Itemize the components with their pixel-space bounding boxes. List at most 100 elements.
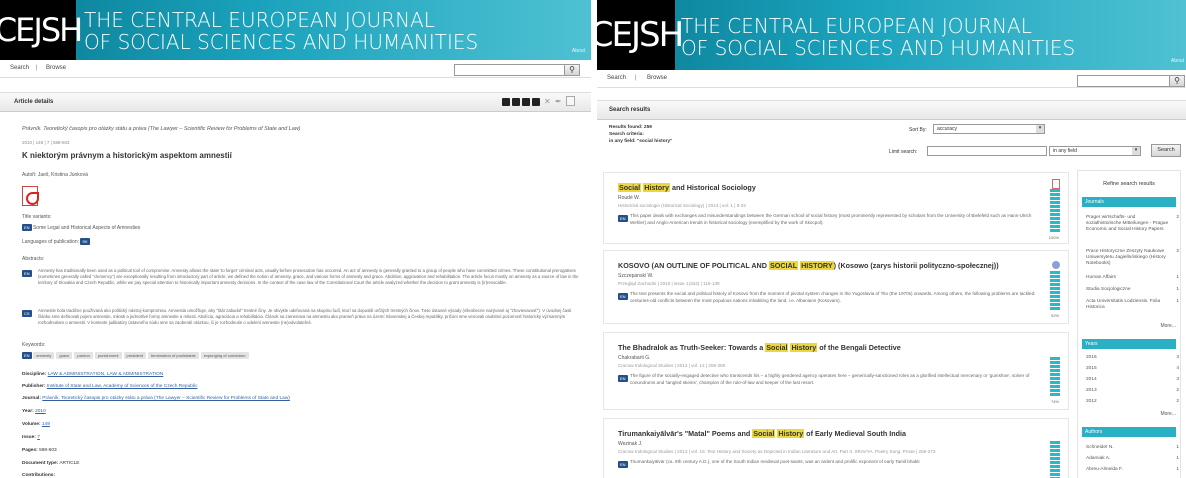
pdf-icon[interactable] [22,186,39,206]
discipline-link[interactable]: LAW & ADMINISTRATION, LAW & ADMINISTRATI… [48,372,164,377]
lang-badge: EN [22,352,32,359]
keyword-tag[interactable]: termination of punishable [148,352,199,360]
close-icon[interactable]: ✕ [544,97,551,106]
facet-count: 1 [1176,299,1179,304]
criteria-label: Search criteria: [609,132,644,137]
author-facet[interactable]: Abreu-Almeida F. [1086,467,1123,472]
more-years-link[interactable]: More... [1160,411,1176,417]
nav-search[interactable]: Search [10,65,29,71]
result-title[interactable]: The Bhadralok as Truth-Seeker: Towards a… [618,343,901,352]
share-icon[interactable] [522,98,530,106]
lang-badge: EN [618,293,628,300]
refine-sidebar: Refine search results Journals Prager wi… [1077,170,1181,478]
about-link[interactable]: About [572,48,585,54]
years-header[interactable]: Years [1082,339,1176,349]
cejsh-logo[interactable]: CEJSH [597,0,684,70]
result-card[interactable]: KOSOVO (AN OUTLINE OF POLITICAL AND SOCI… [603,250,1069,324]
result-meta: Historická sociologie (Historical Sociol… [618,203,746,208]
search-button[interactable]: ⚲ [1169,75,1185,87]
lang-badge: EN [618,461,628,468]
pdf-icon[interactable] [1052,179,1060,189]
relevance-percent: 100% [1048,235,1059,240]
result-author[interactable]: Chakrabarti G. [618,355,651,361]
year-link[interactable]: 2010 [35,409,46,414]
result-title[interactable]: Social History and Historical Sociology [618,183,756,192]
nav-browse[interactable]: Browse [647,75,667,81]
edit-icon[interactable]: ✒ [555,97,562,106]
journal-facet[interactable]: Prager wirtschafts- und sozialhistorisch… [1086,215,1170,233]
author-facet[interactable]: Schneider N. [1086,445,1114,450]
result-author[interactable]: Roudé W. [618,195,640,201]
pages-row: Pages: 588-603 [22,448,57,453]
result-title[interactable]: Tirumankaiyālvār's "Matal" Poems and Soc… [618,429,906,438]
keyword-tag[interactable]: grace [56,352,73,360]
facet-count: 1 [1176,275,1179,280]
journal-line[interactable]: Právník. Teoretický časopis pro otázky s… [22,126,582,132]
cejsh-logo[interactable]: CEJSH [0,0,83,60]
keyword-tag[interactable]: amnesty [33,352,55,360]
year-facet[interactable]: 2013 [1086,388,1097,393]
result-title[interactable]: KOSOVO (AN OUTLINE OF POLITICAL AND SOCI… [618,261,999,270]
publisher-link[interactable]: Institute of State and Law, Academy of S… [47,384,198,389]
limit-input[interactable] [927,146,1047,156]
issue-link[interactable]: 7 [37,435,40,440]
volume-link[interactable]: 149 [42,422,50,427]
facet-count: 3 [1176,355,1179,360]
result-author[interactable]: Szczepanski W. [618,273,653,279]
keyword-tag[interactable]: punishment [94,352,122,360]
journal-facet[interactable]: Prace Historyczne Zeszyty Naukowe Uniwer… [1086,249,1170,267]
relevance-percent: 74% [1050,399,1059,404]
languages: Languages of publication: SK [22,238,90,245]
nav-search[interactable]: Search [607,75,626,81]
share-icon[interactable] [532,98,540,106]
journal-facet[interactable]: Acta Universitatis Lodziensis. Folia His… [1086,299,1170,311]
year-facet[interactable]: 2015 [1086,366,1097,371]
keyword-tag[interactable]: expunging of conviction [200,352,249,360]
bookmark-icon[interactable] [1052,261,1060,269]
relevance-bar [1050,357,1060,397]
share-icon[interactable] [502,98,510,106]
result-card[interactable]: The Bhadralok as Truth-Seeker: Towards a… [603,332,1069,410]
result-card[interactable]: Social History and Historical Sociology … [603,172,1069,244]
journal-link[interactable]: Právník. Teoretický časopis pro otázky s… [42,396,290,401]
about-link[interactable]: About [1171,58,1184,64]
nav-browse[interactable]: Browse [46,65,66,71]
facet-count: 2 [1176,249,1179,254]
authors-header[interactable]: Authors [1082,427,1176,437]
limit-field-select[interactable]: in any field ▾ [1049,146,1141,156]
year-facet[interactable]: 2016 [1086,355,1097,360]
share-icon[interactable] [512,98,520,106]
title-variants-label: Title variants: [22,214,52,220]
banner-title-line2: OF SOCIAL SCIENCES AND HUMANITIES [84,30,479,54]
keyword-tag[interactable]: pardon [74,352,93,360]
search-input[interactable] [454,64,566,76]
search-results-screenshot: CEJSH THE CENTRAL EUROPEAN JOURNAL OF SO… [597,0,1186,478]
keyword-tag[interactable]: president [123,352,146,360]
doctype-row: Document type: ARTICLE [22,461,80,466]
sortby-select[interactable]: accuracy ▾ [933,124,1045,134]
publisher-row: Publisher: Institute of State and Law, A… [22,384,198,389]
title-variant: EN Some Legal and Historical Aspects of … [22,224,141,231]
lang-badge: EN [618,375,628,382]
facet-count: 2 [1176,388,1179,393]
relevance-bar [1050,189,1060,233]
author-facet[interactable]: Adamiak A. [1086,456,1110,461]
limit-search-button[interactable]: Search [1151,144,1181,157]
journal-facet[interactable]: Human Affairs [1086,275,1116,280]
search-button[interactable]: ⚲ [564,64,580,76]
result-author[interactable]: Wezinak J. [618,441,642,447]
article-details-screenshot: CEJSH THE CENTRAL EUROPEAN JOURNAL OF SO… [0,0,591,478]
more-journals-link[interactable]: More... [1160,323,1176,329]
year-facet[interactable]: 2012 [1086,399,1097,404]
authors-line[interactable]: Autoři: Jaeš, Kristina Junková [22,172,88,178]
result-meta: Przegląd Zachodni | 2010 | issue 1(334) … [618,281,720,286]
year-facet[interactable]: 2014 [1086,377,1097,382]
lang-badge: EN [618,215,628,222]
journal-row: Journal: Právník. Teoretický časopis pro… [22,396,290,401]
page-icon[interactable] [566,96,575,106]
result-card[interactable]: Tirumankaiyālvār's "Matal" Poems and Soc… [603,418,1069,478]
facet-count: 1 [1176,467,1179,472]
journal-facet[interactable]: Studia Socjologiczne [1086,287,1131,292]
search-input[interactable] [1077,75,1171,87]
journals-header[interactable]: Journals [1082,197,1176,207]
